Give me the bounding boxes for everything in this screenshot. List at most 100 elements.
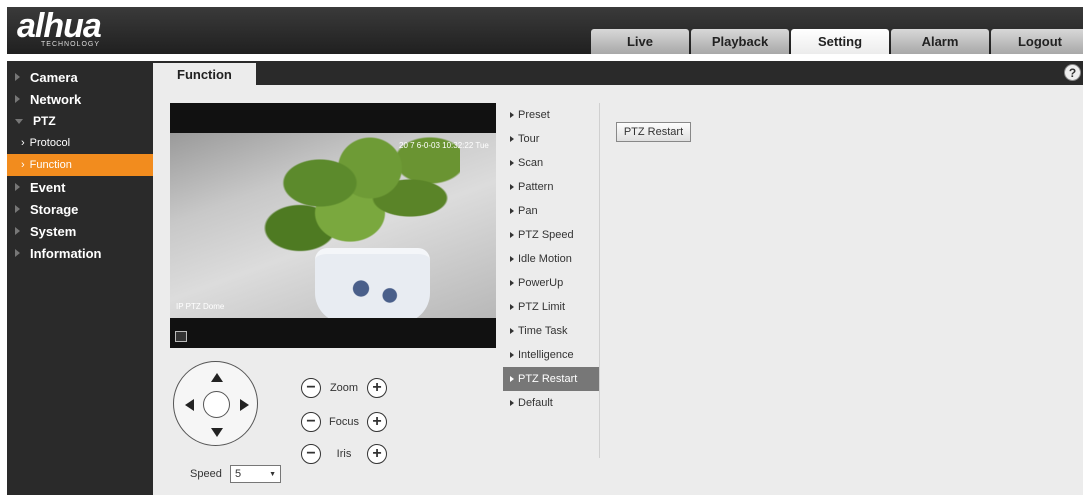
sidebar-item-label: Storage — [30, 201, 79, 217]
func-item-pan[interactable]: Pan — [503, 199, 599, 223]
ptz-direction-pad — [173, 361, 258, 446]
func-item-label: PTZ Speed — [518, 229, 574, 241]
function-menu: Preset Tour Scan Pattern Pan PTZ Speed I… — [503, 103, 599, 415]
sidebar-subitem-function[interactable]: › Function — [7, 154, 153, 176]
collapsed-triangle-icon — [15, 205, 20, 213]
chevron-right-icon: › — [21, 159, 25, 171]
focus-control: − Focus + — [301, 412, 387, 432]
speed-value: 5 — [235, 468, 242, 480]
triangle-right-icon — [510, 112, 514, 118]
header-bar: alhua TECHNOLOGY Live Playback Setting A… — [7, 7, 1083, 54]
func-item-label: PowerUp — [518, 277, 564, 289]
arrow-up-icon[interactable] — [211, 373, 223, 382]
sidebar-subitem-label: Protocol — [29, 137, 71, 149]
tab-function[interactable]: Function — [153, 63, 256, 85]
collapsed-triangle-icon — [15, 249, 20, 257]
triangle-right-icon — [510, 256, 514, 262]
chevron-right-icon: › — [21, 137, 25, 149]
sidebar-item-network[interactable]: Network — [7, 88, 153, 110]
iris-open-button[interactable]: + — [367, 444, 387, 464]
triangle-right-icon — [510, 184, 514, 190]
auto-pan-button[interactable] — [203, 391, 230, 418]
expanded-triangle-icon — [15, 118, 23, 124]
triangle-right-icon — [510, 280, 514, 286]
help-icon[interactable]: ? — [1064, 64, 1081, 81]
video-frame — [170, 133, 496, 318]
dahua-logo: alhua TECHNOLOGY — [17, 7, 102, 48]
triangle-right-icon — [510, 400, 514, 406]
func-item-intelligence[interactable]: Intelligence — [503, 343, 599, 367]
func-item-ptz-limit[interactable]: PTZ Limit — [503, 295, 599, 319]
func-item-label: Intelligence — [518, 349, 574, 361]
live-video-preview: 20 7 6-0-03 10:32:22 Tue IP PTZ Dome — [170, 103, 496, 348]
func-item-label: Preset — [518, 109, 550, 121]
nav-tab-logout[interactable]: Logout — [991, 29, 1083, 54]
focus-in-button[interactable]: + — [367, 412, 387, 432]
nav-tab-setting[interactable]: Setting — [791, 29, 889, 54]
func-item-label: Pan — [518, 205, 538, 217]
iris-label: Iris — [336, 448, 352, 460]
speed-select[interactable]: 5 ▼ — [230, 465, 281, 483]
focus-label: Focus — [329, 416, 359, 428]
sidebar-item-label: Camera — [30, 69, 78, 85]
sidebar-item-event[interactable]: Event — [7, 176, 153, 198]
func-item-pattern[interactable]: Pattern — [503, 175, 599, 199]
triangle-right-icon — [510, 136, 514, 142]
osd-timestamp: 20 7 6-0-03 10:32:22 Tue — [399, 141, 489, 150]
nav-tab-live[interactable]: Live — [591, 29, 689, 54]
sidebar-item-information[interactable]: Information — [7, 242, 153, 264]
sidebar-subitem-protocol[interactable]: › Protocol — [7, 132, 153, 154]
func-item-label: Time Task — [518, 325, 568, 337]
sidebar-item-label: Event — [30, 179, 66, 195]
fullscreen-icon[interactable] — [175, 331, 187, 342]
func-item-powerup[interactable]: PowerUp — [503, 271, 599, 295]
iris-close-button[interactable]: − — [301, 444, 321, 464]
sidebar-item-label: PTZ — [33, 114, 56, 128]
triangle-right-icon — [510, 376, 514, 382]
triangle-right-icon — [510, 328, 514, 334]
zoom-in-button[interactable]: + — [367, 378, 387, 398]
func-item-preset[interactable]: Preset — [503, 103, 599, 127]
sidebar: Camera Network PTZ › Protocol › Function… — [7, 61, 153, 495]
sidebar-item-label: Information — [30, 245, 102, 261]
triangle-right-icon — [510, 160, 514, 166]
triangle-right-icon — [510, 208, 514, 214]
nav-tab-playback[interactable]: Playback — [691, 29, 789, 54]
func-item-ptz-restart[interactable]: PTZ Restart — [503, 367, 599, 391]
focus-out-button[interactable]: − — [301, 412, 321, 432]
triangle-right-icon — [510, 304, 514, 310]
sidebar-item-system[interactable]: System — [7, 220, 153, 242]
arrow-right-icon[interactable] — [240, 399, 249, 411]
func-item-ptz-speed[interactable]: PTZ Speed — [503, 223, 599, 247]
collapsed-triangle-icon — [15, 227, 20, 235]
sidebar-item-ptz[interactable]: PTZ — [7, 110, 153, 132]
ptz-restart-button[interactable]: PTZ Restart — [616, 122, 691, 142]
sidebar-subitem-label: Function — [29, 159, 72, 171]
flower-pot-image — [315, 248, 430, 318]
logo-wordmark: alhua — [17, 7, 102, 45]
zoom-control: − Zoom + — [301, 378, 387, 398]
func-item-label: Tour — [518, 133, 540, 145]
osd-channel-label: IP PTZ Dome — [176, 302, 225, 311]
func-item-idle-motion[interactable]: Idle Motion — [503, 247, 599, 271]
sidebar-item-label: System — [30, 223, 77, 239]
func-item-label: Pattern — [518, 181, 554, 193]
zoom-label: Zoom — [329, 382, 359, 394]
collapsed-triangle-icon — [15, 73, 20, 81]
func-item-scan[interactable]: Scan — [503, 151, 599, 175]
arrow-left-icon[interactable] — [185, 399, 194, 411]
content-tab-bar: Function ? — [153, 61, 1083, 85]
func-item-default[interactable]: Default — [503, 391, 599, 415]
nav-tab-alarm[interactable]: Alarm — [891, 29, 989, 54]
zoom-out-button[interactable]: − — [301, 378, 321, 398]
main-content: 20 7 6-0-03 10:32:22 Tue IP PTZ Dome − Z… — [153, 85, 1083, 495]
func-item-tour[interactable]: Tour — [503, 127, 599, 151]
logo-subtitle: TECHNOLOGY — [41, 41, 101, 48]
func-item-label: Default — [518, 397, 553, 409]
sidebar-item-camera[interactable]: Camera — [7, 66, 153, 88]
func-item-label: PTZ Limit — [518, 301, 566, 313]
menu-divider — [599, 103, 600, 458]
func-item-time-task[interactable]: Time Task — [503, 319, 599, 343]
arrow-down-icon[interactable] — [211, 428, 223, 437]
sidebar-item-storage[interactable]: Storage — [7, 198, 153, 220]
